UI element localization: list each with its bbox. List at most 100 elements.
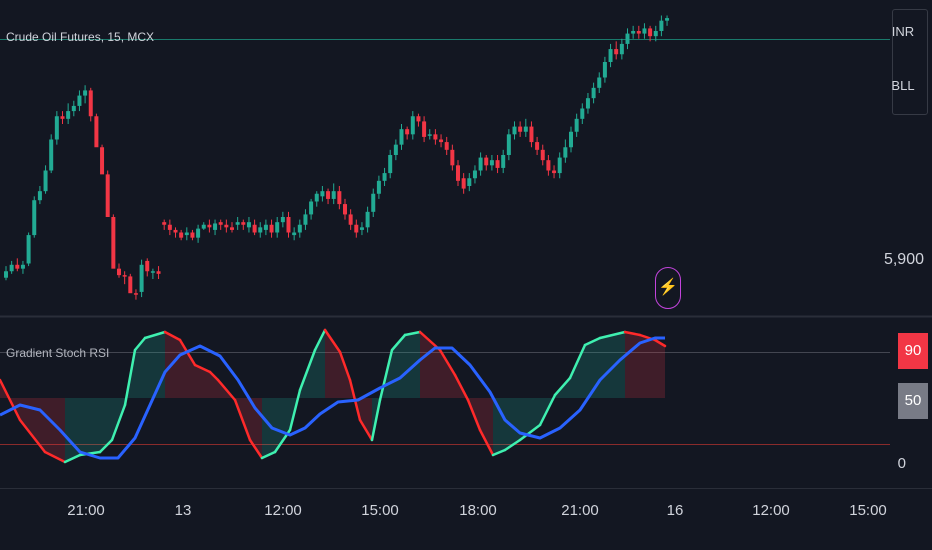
candle-body [552,170,557,174]
stoch-fill-segment [655,340,665,398]
time-label: 21:00 [67,502,105,519]
mid-level-badge: 50 [898,383,928,419]
candle-body [354,224,359,233]
candle-body [376,180,381,194]
candle-body [292,232,297,236]
candle-body [636,31,641,34]
candle-body [523,126,528,132]
candle-body [43,170,48,192]
candle-body [399,129,404,145]
unit-button[interactable]: BLL [889,76,917,96]
candle-body [122,275,127,277]
candle-body [280,217,285,223]
candle-body [162,222,167,225]
candle-body [15,264,20,269]
candle-body [235,222,240,225]
candle-body [665,18,670,21]
candle-body [77,95,82,106]
candle-body [450,149,455,166]
candle-body [4,271,8,278]
chart-canvas[interactable] [0,0,932,550]
candle-body [467,178,472,186]
candle-body [83,90,88,96]
candle-body [388,155,393,174]
candle-body [422,121,427,137]
time-label: 18:00 [459,502,497,519]
candle-body [580,108,585,119]
time-label: 15:00 [849,502,887,519]
candle-body [167,224,172,230]
flash-icon[interactable]: ⚡ [655,267,681,309]
candle-body [309,201,314,215]
candle-body [416,116,421,122]
candle-body [529,126,534,143]
candle-body [303,214,308,225]
candle-body [32,200,37,236]
candle-body [26,235,31,264]
candle-body [433,134,438,140]
indicator-title[interactable]: Gradient Stoch RSI [6,346,109,360]
candle-body [405,129,410,135]
candle-body [275,222,280,233]
candle-body [184,232,189,236]
stoch-fill-segment [145,332,165,398]
candle-body [546,160,551,171]
candle-body [207,224,212,228]
candle-body [150,271,155,273]
candle-body [472,170,477,179]
candle-body [359,227,364,230]
time-label: 13 [174,502,192,519]
candle-body [100,147,105,175]
candle-body [179,232,184,238]
candle-body [461,178,466,189]
candle-body [648,28,653,37]
time-label: 12:00 [264,502,302,519]
stoch-fill-segment [65,398,80,462]
candle-body [66,111,71,119]
candle-body [88,90,93,117]
candle-body [557,157,562,174]
candle-body [196,228,201,238]
candle-body [478,157,483,171]
candle-body [71,105,76,112]
candle-body [659,20,664,31]
ticker-title[interactable]: Crude Oil Futures, 15, MCX [6,30,154,44]
candle-body [213,223,218,230]
candle-body [393,144,398,155]
price-axis-label: 5,900 [883,251,924,268]
candle-body [597,77,602,88]
candle-body [518,126,523,132]
candle-body [563,147,568,158]
candle-body [286,217,291,233]
candle-body [512,126,517,135]
candle-body [331,191,336,199]
candle-body [602,62,607,78]
candle-body [585,98,590,109]
candle-body [54,116,59,140]
candle-body [20,264,25,269]
candle-body [574,118,579,132]
candle-body [173,229,178,233]
candle-body [258,227,263,233]
candle-body [625,33,630,44]
candle-body [117,268,121,276]
candle-body [540,149,545,161]
candle-body [506,134,511,155]
candle-body [365,211,370,228]
candle-body [427,134,432,136]
candle-body [201,224,206,229]
candle-body [456,165,460,181]
time-label: 21:00 [561,502,599,519]
time-label: 12:00 [752,502,790,519]
candle-body [337,191,342,205]
candle-body [37,191,42,201]
candle-body [139,264,144,292]
candle-body [326,191,331,199]
candle-body [371,193,376,212]
candle-body [444,142,449,150]
candle-body [495,160,500,168]
time-label: 15:00 [361,502,399,519]
candle-body [410,116,415,135]
stoch-fill-segment [625,332,640,398]
currency-button[interactable]: INR [889,22,917,42]
